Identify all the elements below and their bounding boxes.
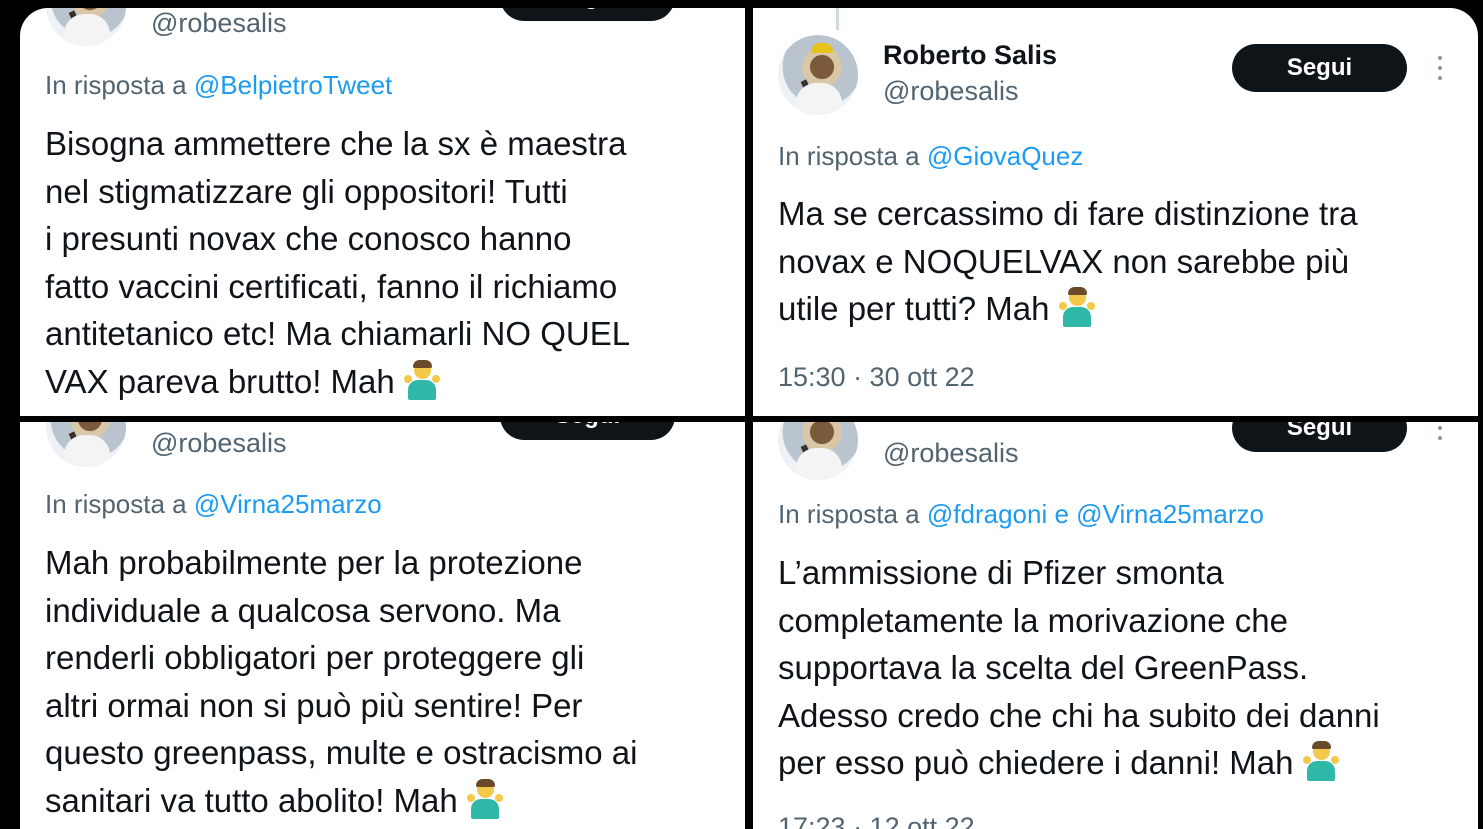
man-shrugging-emoji [466,778,503,819]
tweet-line: per esso può chiedere i danni! Mah [778,744,1294,781]
tweet-line: questo greenpass, multe e ostracismo ai [45,734,638,771]
tweet-card-4: @robesalis Segui In risposta a @fdragoni… [753,422,1478,829]
tweet-card-2: Roberto Salis @robesalis Segui In rispos… [753,8,1478,416]
tweet-line: VAX pareva brutto! Mah [45,362,395,400]
tweet-text: Bisogna ammettere che la sx è maestra ne… [45,120,630,405]
tweet-line: antitetanico etc! Ma chiamarli NO QUEL [45,315,631,352]
follow-button[interactable]: Segui [1232,44,1407,92]
tweet-line: fatto vaccini certificati, fanno il rich… [45,267,618,305]
avatar[interactable] [778,35,858,115]
reply-context: In risposta a @fdragoni e @Virna25marzo [778,499,1264,530]
tweet-author-name[interactable]: Roberto Salis [883,40,1057,71]
man-shrugging-emoji [1302,741,1339,781]
tweet-line: completamente la morivazione che [778,601,1288,639]
tweet-line: Bisogna ammettere che la sx è maestra [45,125,627,162]
man-shrugging-emoji [403,359,440,400]
man-shrugging-emoji [1058,287,1095,327]
tweet-text: Ma se cercassimo di fare distinzione tra… [778,190,1358,333]
tweet-line: L’ammissione di Pfizer smonta [778,554,1224,591]
tweet-line: supportava la scelta del GreenPass. [778,649,1309,686]
tweet-text: L’ammissione di Pfizer smonta completame… [778,549,1380,787]
tweet-line: renderli obbligatori per proteggere gli [45,639,585,676]
mention-link[interactable]: @BelpietroTweet [194,70,392,100]
mention-link[interactable]: @fdragoni [927,499,1047,529]
tweet-line: sanitari va tutto abolito! Mah [45,781,458,819]
tweet-handle[interactable]: @robesalis [151,8,286,39]
reply-context: In risposta a @GiovaQuez [778,141,1083,172]
screenshot-collage: @robesalis Segui In risposta a @Belpietr… [20,8,1478,829]
tweet-line: utile per tutti? Mah [778,290,1050,327]
tweet-handle[interactable]: @robesalis [883,438,1018,469]
follow-button[interactable]: Segui [1232,422,1407,452]
mention-joiner: e [1054,499,1069,529]
mention-link[interactable]: @GiovaQuez [927,141,1083,171]
avatar[interactable] [46,422,126,467]
reply-context: In risposta a @Virna25marzo [45,489,382,520]
avatar[interactable] [778,422,858,480]
tweet-text: Mah probabilmente per la protezione indi… [45,539,637,824]
tweet-line: i presunti novax che conosco hanno [45,220,572,257]
follow-button[interactable]: Segui [500,422,675,440]
tweet-line: nel stigmatizzare gli oppositori! Tutti [45,172,568,210]
reply-prefix: In risposta a [778,499,920,529]
reply-prefix: In risposta a [778,141,920,171]
tweet-card-1: @robesalis Segui In risposta a @Belpietr… [20,8,745,416]
tweet-line: individuale a qualcosa servono. Ma [45,591,561,629]
tweet-line: novax e NOQUELVAX non sarebbe più [778,242,1350,280]
mention-link[interactable]: @Virna25marzo [1076,499,1264,529]
mention-link[interactable]: @Virna25marzo [194,489,382,519]
tweet-card-3: @robesalis Segui In risposta a @Virna25m… [20,422,745,829]
tweet-line: Ma se cercassimo di fare distinzione tra [778,195,1358,232]
tweet-handle[interactable]: @robesalis [883,76,1018,107]
reply-prefix: In risposta a [45,70,187,100]
more-options-icon[interactable] [1436,422,1444,446]
avatar[interactable] [46,8,126,46]
reply-prefix: In risposta a [45,489,187,519]
tweet-timestamp[interactable]: 17:23 · 12 ott 22 [778,812,975,829]
tweet-line: Adesso credo che chi ha subito dei danni [778,696,1380,734]
tweet-line: Mah probabilmente per la protezione [45,544,583,581]
thread-connector [836,8,839,30]
reply-context: In risposta a @BelpietroTweet [45,70,392,101]
more-options-icon[interactable] [1436,56,1444,86]
tweet-timestamp[interactable]: 15:30 · 30 ott 22 [778,362,975,393]
tweet-handle[interactable]: @robesalis [151,428,286,459]
tweet-line: altri ormai non si può più sentire! Per [45,686,583,724]
follow-button[interactable]: Segui [500,8,675,21]
